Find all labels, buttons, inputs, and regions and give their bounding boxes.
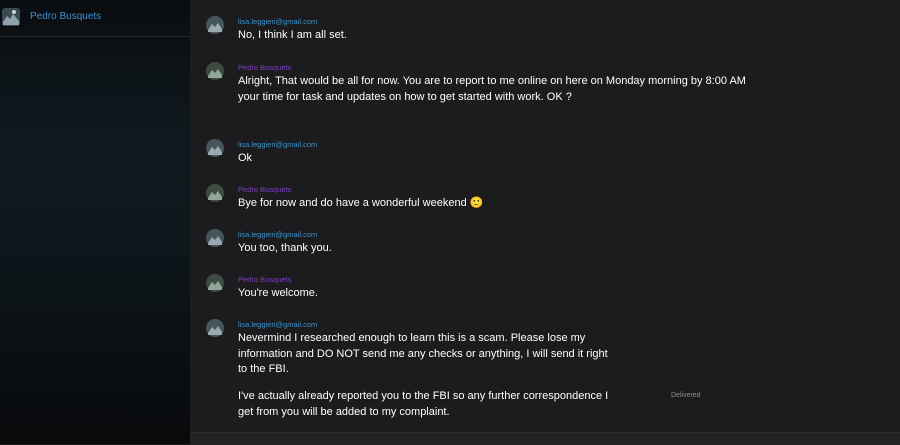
message-text: Alright, That would be all for now. You … — [238, 75, 746, 103]
message-text: You're welcome. — [238, 287, 318, 299]
sender-avatar-icon — [206, 62, 224, 80]
sender-avatar-icon — [206, 229, 224, 247]
message-sender: lisa.leggieri@gmail.com — [238, 140, 318, 149]
message-text: You too, thank you. — [238, 242, 332, 254]
contact-name: Pedro Busquets — [30, 11, 102, 22]
message-text: Nevermind I researched enough to learn t… — [238, 332, 608, 375]
sender-avatar-icon — [206, 319, 224, 337]
message-sender: Pedro Busquets — [238, 275, 292, 284]
message-sender: lisa.leggieri@gmail.com — [238, 320, 318, 329]
message-sender: lisa.leggieri@gmail.com — [238, 230, 318, 239]
message-text: No, I think I am all set. — [238, 29, 347, 41]
message-sender: Pedro Busquets — [238, 185, 292, 194]
message-text: I've actually already reported you to th… — [238, 390, 609, 418]
message-sender: lisa.leggieri@gmail.com — [238, 17, 318, 26]
conversation-item-pedro-busquets[interactable]: Pedro Busquets — [0, 0, 190, 37]
message-sender: Pedro Busquets — [238, 63, 292, 72]
sender-avatar-icon — [206, 274, 224, 292]
sender-avatar-icon — [206, 139, 224, 157]
contact-avatar-icon — [2, 8, 20, 26]
sender-avatar-icon — [206, 184, 224, 202]
message-text: Bye for now and do have a wonderful week… — [238, 197, 484, 209]
chat-thread: lisa.leggieri@gmail.com No, I think I am… — [190, 0, 900, 444]
conversation-sidebar: Pedro Busquets — [0, 0, 190, 444]
composer-bar[interactable] — [190, 432, 900, 445]
sender-avatar-icon — [206, 16, 224, 34]
message-text: Ok — [238, 152, 253, 164]
delivered-status: Delivered — [671, 392, 701, 399]
